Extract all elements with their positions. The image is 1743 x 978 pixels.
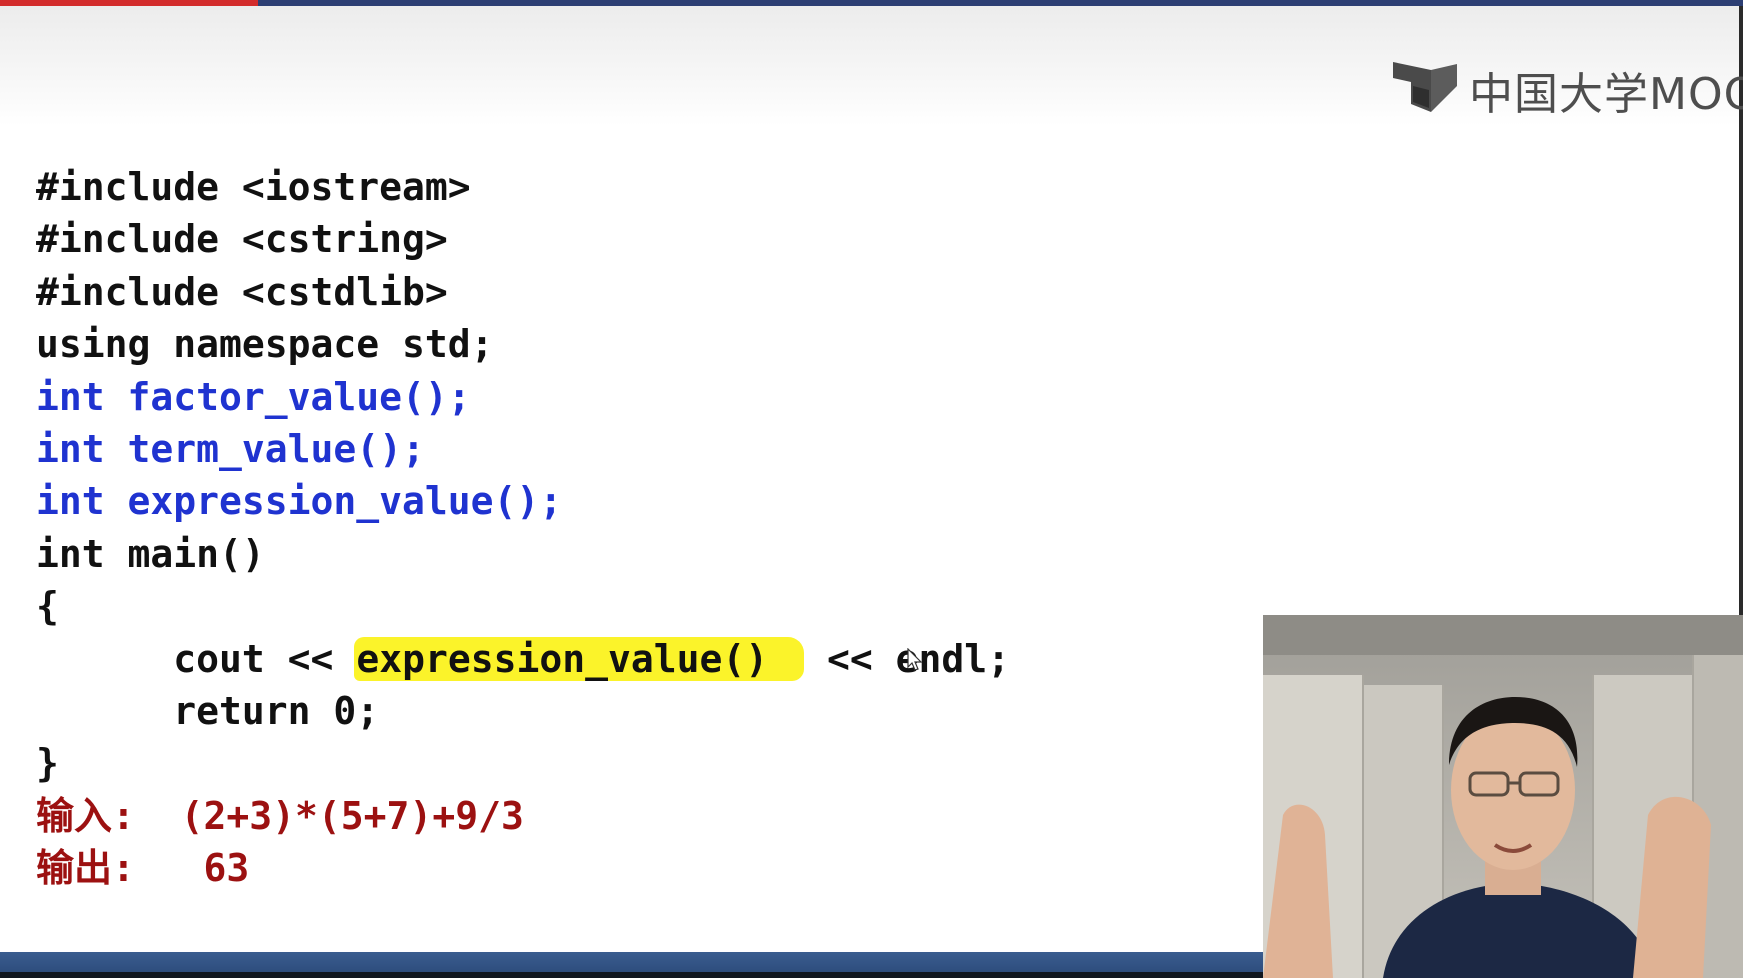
- mouse-cursor-icon: [907, 648, 923, 671]
- example-input-label: 输入:: [36, 793, 135, 838]
- code-line-include-iostream: #include <iostream>: [36, 165, 471, 209]
- mooc-logo: 中国大学MOOC: [1393, 56, 1743, 116]
- code-line-include-cstdlib: #include <cstdlib>: [36, 269, 448, 314]
- example-input-value: (2+3)*(5+7)+9/3: [180, 793, 524, 838]
- code-listing: #include <iostream> #include <cstring> #…: [36, 161, 1010, 894]
- code-line-factor-decl: int factor_value();: [36, 374, 471, 419]
- code-line-close-brace: }: [36, 741, 59, 786]
- code-line-cout: cout << expression_value() << endl;: [36, 633, 1010, 685]
- code-line-using-namespace: using namespace std;: [36, 322, 494, 367]
- code-line-expression-decl: int expression_value();: [36, 479, 563, 524]
- code-line-main-signature: int main(): [36, 531, 265, 576]
- lecturer-video-frame: [1263, 615, 1743, 978]
- code-cout-prefix: cout <<: [173, 636, 357, 681]
- example-output-value: 63: [203, 846, 250, 891]
- code-line-term-decl: int term_value();: [36, 426, 425, 471]
- example-output-label: 输出:: [36, 846, 135, 891]
- example-output-line: 输出: 63: [36, 842, 1010, 894]
- code-line-return: return 0;: [36, 685, 1010, 737]
- code-line-open-brace: {: [36, 584, 59, 629]
- highlighted-expression-call: expression_value(): [354, 636, 805, 681]
- code-line-include-cstring: #include <cstring>: [36, 217, 448, 262]
- example-input-line: 输入: (2+3)*(5+7)+9/3: [36, 790, 1010, 842]
- mooc-logo-text: 中国大学MOOC: [1469, 69, 1743, 116]
- mooc-book-icon: [1393, 62, 1457, 112]
- code-return: return 0;: [173, 688, 380, 733]
- lecturer-video-pip[interactable]: [1263, 615, 1743, 978]
